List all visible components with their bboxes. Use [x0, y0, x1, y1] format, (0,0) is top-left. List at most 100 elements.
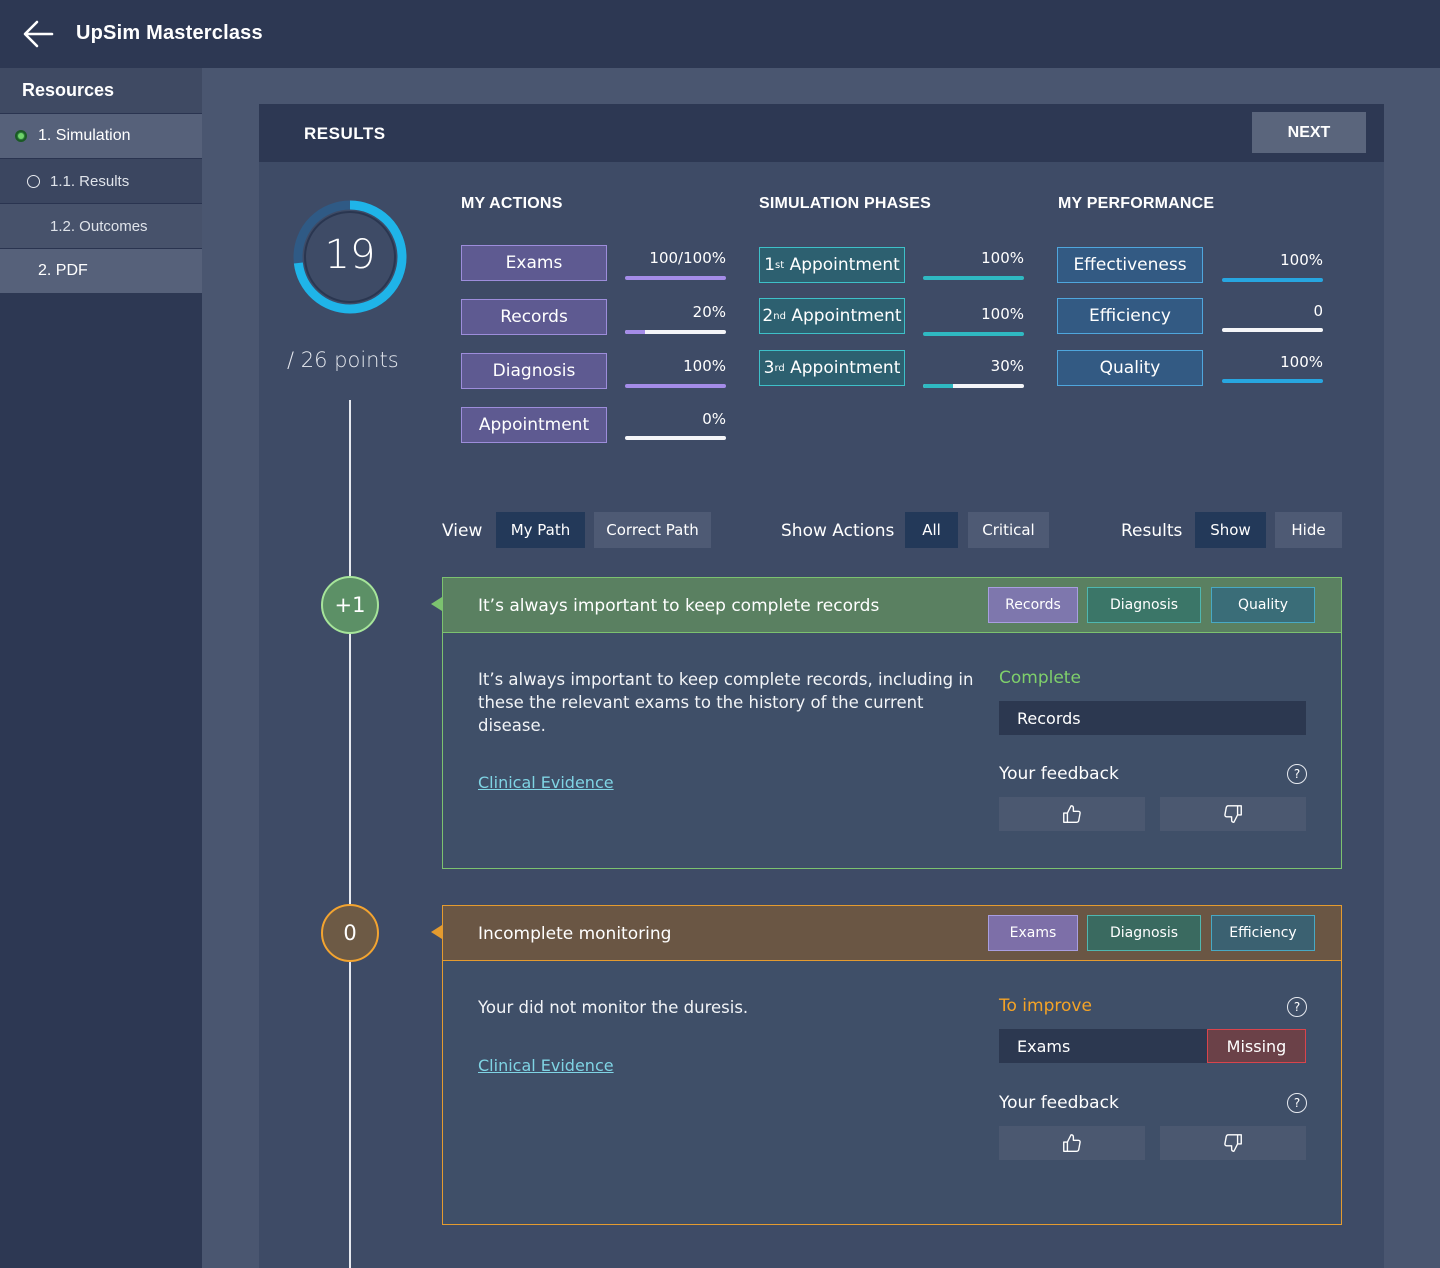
action-value: 20% [692, 303, 726, 321]
performance-tag-efficiency[interactable]: Efficiency [1057, 298, 1203, 334]
timeline-line [349, 400, 351, 1268]
help-icon[interactable]: ? [1287, 1093, 1307, 1113]
action-tag-diagnosis[interactable]: Diagnosis [461, 353, 607, 389]
card-pointer [431, 597, 442, 611]
action-value: 0% [702, 410, 726, 428]
status-label: To improve [999, 996, 1092, 1016]
step-score-marker: +1 [321, 576, 379, 634]
show-actions-label: Show Actions [781, 521, 895, 541]
help-icon[interactable]: ? [1287, 997, 1307, 1017]
phase-ordinal-suffix: nd [773, 310, 786, 322]
arrow-left-icon [23, 20, 54, 48]
clinical-evidence-link[interactable]: Clinical Evidence [478, 1056, 614, 1075]
simulation-phases-title: SIMULATION PHASES [759, 195, 932, 212]
sidebar-item-pdf[interactable]: 2. PDF [0, 248, 202, 293]
critical-button[interactable]: Critical [968, 512, 1049, 548]
card-tag: Efficiency [1211, 915, 1315, 951]
panel-header: RESULTS NEXT [259, 104, 1384, 162]
performance-progress-bar [1222, 328, 1323, 332]
phase-value: 100% [981, 305, 1024, 323]
sidebar-item-simulation[interactable]: 1. Simulation [0, 113, 202, 158]
phase-progress-fill [923, 332, 1024, 336]
performance-value: 100% [1280, 251, 1323, 269]
card-tag: Exams [988, 915, 1078, 951]
thumbs-up-icon [1063, 1134, 1081, 1152]
thumbs-up-icon [1063, 805, 1081, 823]
feedback-label: Your feedback [999, 1093, 1119, 1113]
card-tag: Records [988, 587, 1078, 623]
phase-progress-bar [923, 276, 1024, 280]
performance-value: 0 [1313, 302, 1323, 320]
phase-value: 100% [981, 249, 1024, 267]
card-title: It’s always important to keep complete r… [478, 596, 880, 616]
sidebar-item-outcomes[interactable]: 1.2. Outcomes [0, 203, 202, 248]
performance-progress-bar [1222, 379, 1323, 383]
sidebar-item-label: 1.1. Results [50, 172, 130, 190]
phase-tag-2[interactable]: 2nd Appointment [759, 298, 905, 334]
card-header[interactable]: It’s always important to keep complete r… [443, 578, 1341, 633]
all-button[interactable]: All [905, 512, 958, 548]
action-progress-bar [625, 384, 726, 388]
phase-ordinal: 3 [763, 358, 775, 378]
back-button[interactable] [22, 18, 56, 50]
action-progress-fill [625, 276, 726, 280]
phase-label: Appointment [789, 255, 900, 275]
view-label: View [442, 521, 483, 541]
thumbs-down-button[interactable] [1160, 797, 1306, 831]
action-value: 100/100% [649, 249, 726, 267]
card-header[interactable]: Incomplete monitoring Exams Diagnosis Ef… [443, 906, 1341, 961]
phase-tag-3[interactable]: 3rd Appointment [759, 350, 905, 386]
status-label: Complete [999, 668, 1081, 688]
sidebar-item-label: 1.2. Outcomes [50, 217, 148, 235]
card-tag: Diagnosis [1087, 587, 1201, 623]
thumbs-up-button[interactable] [999, 797, 1145, 831]
phase-ordinal: 2 [762, 306, 774, 326]
sidebar: Resources 1. Simulation 1.1. Results 1.2… [0, 68, 202, 1268]
card-tag: Diagnosis [1087, 915, 1201, 951]
phase-ordinal: 1 [764, 255, 776, 275]
show-button[interactable]: Show [1195, 512, 1266, 548]
action-tag-exams[interactable]: Exams [461, 245, 607, 281]
hide-button[interactable]: Hide [1275, 512, 1342, 548]
phase-progress-fill [923, 276, 1024, 280]
thumbs-up-button[interactable] [999, 1126, 1145, 1160]
step-card: It’s always important to keep complete r… [431, 577, 1342, 869]
help-icon[interactable]: ? [1287, 764, 1307, 784]
top-bar: UpSim Masterclass [0, 0, 1440, 68]
next-button[interactable]: NEXT [1252, 112, 1366, 153]
thumbs-down-button[interactable] [1160, 1126, 1306, 1160]
step-card: Incomplete monitoring Exams Diagnosis Ef… [431, 905, 1342, 1225]
thumbs-down-icon [1224, 805, 1242, 823]
card-body-text: Your did not monitor the duresis. [478, 998, 749, 1017]
phase-value: 30% [990, 357, 1024, 375]
action-tag-records[interactable]: Records [461, 299, 607, 335]
sidebar-item-results[interactable]: 1.1. Results [0, 158, 202, 203]
step-score-marker: 0 [321, 904, 379, 962]
action-progress-fill [625, 330, 646, 334]
action-tag-appointment[interactable]: Appointment [461, 407, 607, 443]
card-body-text: It’s always important to keep complete r… [478, 670, 974, 735]
phase-progress-fill [923, 384, 954, 388]
feedback-label: Your feedback [999, 764, 1119, 784]
status-item: Exams Missing [999, 1029, 1306, 1063]
clinical-evidence-link[interactable]: Clinical Evidence [478, 773, 614, 792]
panel-title: RESULTS [304, 124, 386, 143]
circle-outline-icon [27, 175, 40, 188]
score-value: 19 [324, 232, 376, 278]
performance-tag-effectiveness[interactable]: Effectiveness [1057, 247, 1203, 283]
action-progress-fill [625, 384, 726, 388]
performance-progress-bar [1222, 278, 1323, 282]
my-path-button[interactable]: My Path [496, 512, 585, 548]
score-total: / 26 points [287, 348, 399, 372]
performance-progress-fill [1222, 278, 1323, 282]
status-item: Records [999, 701, 1306, 735]
status-item-label: Records [1017, 709, 1081, 728]
correct-path-button[interactable]: Correct Path [594, 512, 711, 548]
phase-label: Appointment [790, 358, 901, 378]
phase-progress-bar [923, 332, 1024, 336]
sidebar-heading: Resources [0, 68, 202, 113]
action-progress-bar [625, 276, 726, 280]
performance-tag-quality[interactable]: Quality [1057, 350, 1203, 386]
sidebar-item-label: 2. PDF [38, 262, 88, 279]
phase-tag-1[interactable]: 1st Appointment [759, 247, 905, 283]
